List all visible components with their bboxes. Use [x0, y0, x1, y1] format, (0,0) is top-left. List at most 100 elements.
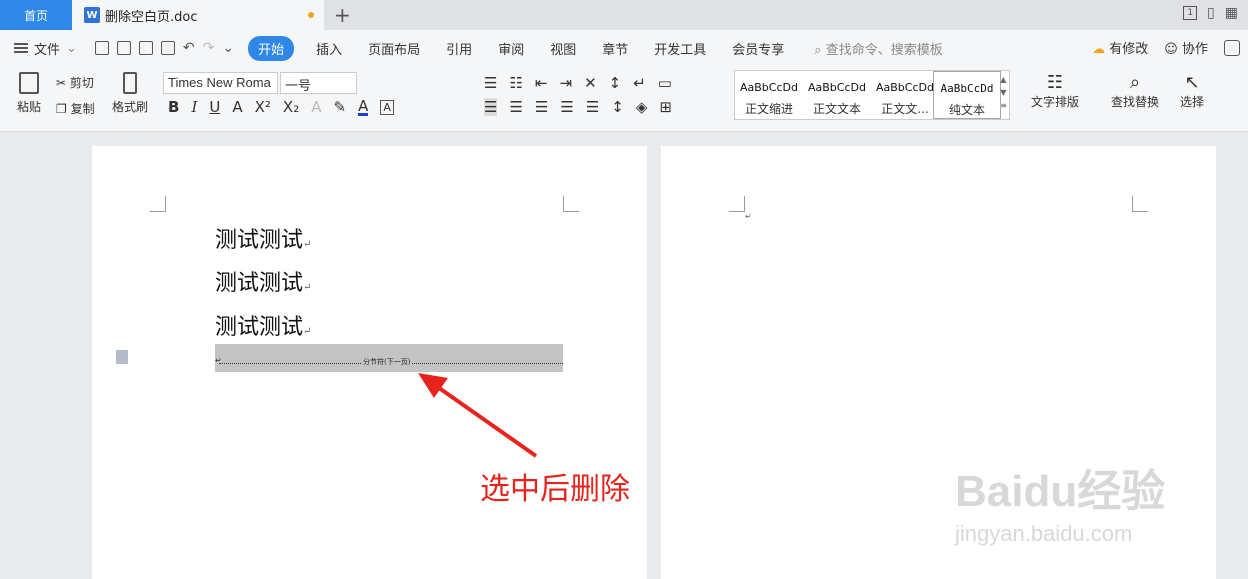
- paste-icon: [19, 72, 39, 94]
- margin-corner: [563, 196, 579, 212]
- style-scroll-icon[interactable]: ▲ ▼ ≡: [1000, 73, 1007, 112]
- tab-review[interactable]: 审阅: [498, 39, 524, 58]
- has-changes-button[interactable]: ☁ 有修改: [1092, 38, 1148, 57]
- paste-button[interactable]: 粘贴: [12, 72, 46, 115]
- file-menu-label: 文件: [34, 42, 61, 58]
- superscript-icon[interactable]: X²: [255, 98, 271, 116]
- align-center-icon[interactable]: ☰: [509, 98, 522, 116]
- copy-button[interactable]: ❐ 复制: [56, 100, 95, 117]
- style-indent[interactable]: AaBbCcDd 正文缩进: [735, 71, 803, 119]
- paragraph-text: 测试测试: [215, 271, 304, 296]
- window-controls: 1 ▯ ▦: [1183, 5, 1238, 21]
- paragraph-1[interactable]: 测试测试↵: [215, 222, 311, 254]
- decrease-indent-icon[interactable]: ⇤: [535, 74, 548, 92]
- justify-icon[interactable]: ☰: [560, 98, 573, 116]
- print-preview-icon[interactable]: [160, 41, 175, 55]
- style-sample: AaBbCcDd: [808, 81, 866, 94]
- arrow-shaft: [430, 381, 538, 458]
- quick-access-toolbar: ↶ ↷ ⌄: [94, 40, 234, 56]
- grid-apps-icon[interactable]: ▦: [1225, 5, 1238, 21]
- magnifier-icon: ⌕: [1129, 72, 1141, 93]
- scissors-icon: ✂: [56, 76, 67, 90]
- tab-home[interactable]: 首页: [0, 0, 72, 30]
- font-name-select[interactable]: Times New Roma: [163, 72, 278, 94]
- document-outline-icon[interactable]: [116, 350, 128, 364]
- file-menu[interactable]: 文件 ⌄: [14, 39, 77, 58]
- show-marks-icon[interactable]: ↵: [633, 74, 646, 92]
- font-color-icon[interactable]: A: [358, 98, 369, 116]
- align-left-icon[interactable]: ☰: [484, 98, 498, 116]
- highlight-icon[interactable]: ✎: [333, 98, 346, 116]
- tab-ruler-icon[interactable]: ▭: [658, 74, 672, 92]
- chinese-layout-icon[interactable]: ✕: [584, 74, 597, 92]
- command-search[interactable]: ⌕ 查找命令、搜索模板: [814, 39, 942, 58]
- section-break-label: 分节符(下一页): [361, 357, 413, 367]
- font-size-select[interactable]: 一号: [280, 72, 357, 94]
- arrow-head: [418, 373, 448, 398]
- copy-label: 复制: [70, 102, 95, 116]
- subscript-icon[interactable]: X₂: [283, 98, 299, 116]
- char-border-icon[interactable]: A: [380, 99, 394, 115]
- paste-label: 粘贴: [16, 100, 41, 114]
- collab-label: 协作: [1181, 42, 1208, 57]
- text-layout-label: 文字排版: [1030, 95, 1079, 109]
- style-body-2[interactable]: AaBbCcDd 正文文...: [871, 71, 939, 119]
- style-label: 纯文本: [948, 103, 985, 117]
- increase-indent-icon[interactable]: ⇥: [559, 74, 572, 92]
- collab-button[interactable]: ☺ 协作: [1164, 38, 1208, 57]
- strikethrough-icon[interactable]: A: [232, 98, 242, 116]
- numbered-list-icon[interactable]: ☷: [509, 74, 522, 92]
- style-gallery: AaBbCcDd 正文缩进 AaBbCcDd 正文文本 AaBbCcDd 正文文…: [734, 70, 1010, 120]
- tab-section[interactable]: 章节: [602, 39, 628, 58]
- text-effect-icon[interactable]: A: [311, 98, 321, 116]
- print-icon[interactable]: [138, 41, 153, 55]
- style-sample: AaBbCcDd: [740, 81, 798, 94]
- select-button[interactable]: ↖ 选择: [1172, 72, 1212, 110]
- tab-view[interactable]: 视图: [550, 39, 576, 58]
- paragraph-3[interactable]: 测试测试↵: [215, 309, 311, 341]
- style-plain-text[interactable]: AaBbCcDd 纯文本: [933, 71, 1001, 119]
- customize-icon[interactable]: ⌄: [222, 40, 234, 56]
- style-label: 正文缩进: [744, 102, 793, 116]
- sort-icon[interactable]: ↕: [609, 74, 622, 92]
- tab-document[interactable]: W 删除空白页.doc: [72, 0, 324, 30]
- cut-button[interactable]: ✂ 剪切: [56, 74, 94, 91]
- bullet-list-icon[interactable]: ☰: [484, 74, 497, 92]
- skin-icon[interactable]: ▯: [1207, 5, 1215, 21]
- underline-icon[interactable]: U: [209, 98, 220, 116]
- line-spacing-icon[interactable]: ↕: [611, 98, 624, 116]
- distributed-icon[interactable]: ☰: [586, 98, 599, 116]
- tab-start[interactable]: 开始: [248, 35, 295, 61]
- undo-icon[interactable]: ↶: [183, 40, 195, 56]
- cloud-sync-icon: ☁: [1092, 42, 1106, 57]
- unsaved-dot-icon: [308, 12, 314, 18]
- tab-developer[interactable]: 开发工具: [654, 39, 706, 58]
- align-right-icon[interactable]: ☰: [535, 98, 548, 116]
- text-layout-button[interactable]: ☷ 文字排版: [1026, 72, 1084, 110]
- shading-icon[interactable]: ◈: [636, 98, 648, 116]
- section-break-selected[interactable]: ↵ 分节符(下一页): [215, 344, 563, 372]
- brush-icon: [123, 72, 137, 94]
- tab-bar: 首页 W 删除空白页.doc + 1 ▯ ▦: [0, 0, 1248, 30]
- tab-references[interactable]: 引用: [446, 39, 472, 58]
- paragraph-2[interactable]: 测试测试↵: [215, 265, 311, 297]
- new-tab-button[interactable]: +: [334, 3, 351, 27]
- bold-icon[interactable]: B: [168, 98, 179, 116]
- redo-icon[interactable]: ↷: [203, 40, 215, 56]
- share-icon[interactable]: [1224, 39, 1240, 56]
- page-indicator[interactable]: 1: [1183, 6, 1198, 20]
- find-replace-button[interactable]: ⌕ 查找替换: [1104, 72, 1166, 110]
- command-search-placeholder: 查找命令、搜索模板: [825, 42, 943, 58]
- tab-insert[interactable]: 插入: [316, 39, 342, 58]
- format-painter-label: 格式刷: [111, 100, 148, 114]
- format-painter-button[interactable]: 格式刷: [110, 72, 150, 115]
- export-icon[interactable]: [116, 41, 131, 55]
- tab-member[interactable]: 会员专享: [732, 39, 784, 58]
- borders-icon[interactable]: ⊞: [659, 98, 672, 116]
- watermark: Baidu经验 jingyan.baidu.com: [955, 455, 1165, 547]
- save-icon[interactable]: [94, 41, 109, 55]
- wps-writer-icon: W: [84, 7, 100, 23]
- style-body[interactable]: AaBbCcDd 正文文本: [803, 71, 871, 119]
- tab-page-layout[interactable]: 页面布局: [368, 39, 420, 58]
- italic-icon[interactable]: I: [191, 98, 197, 116]
